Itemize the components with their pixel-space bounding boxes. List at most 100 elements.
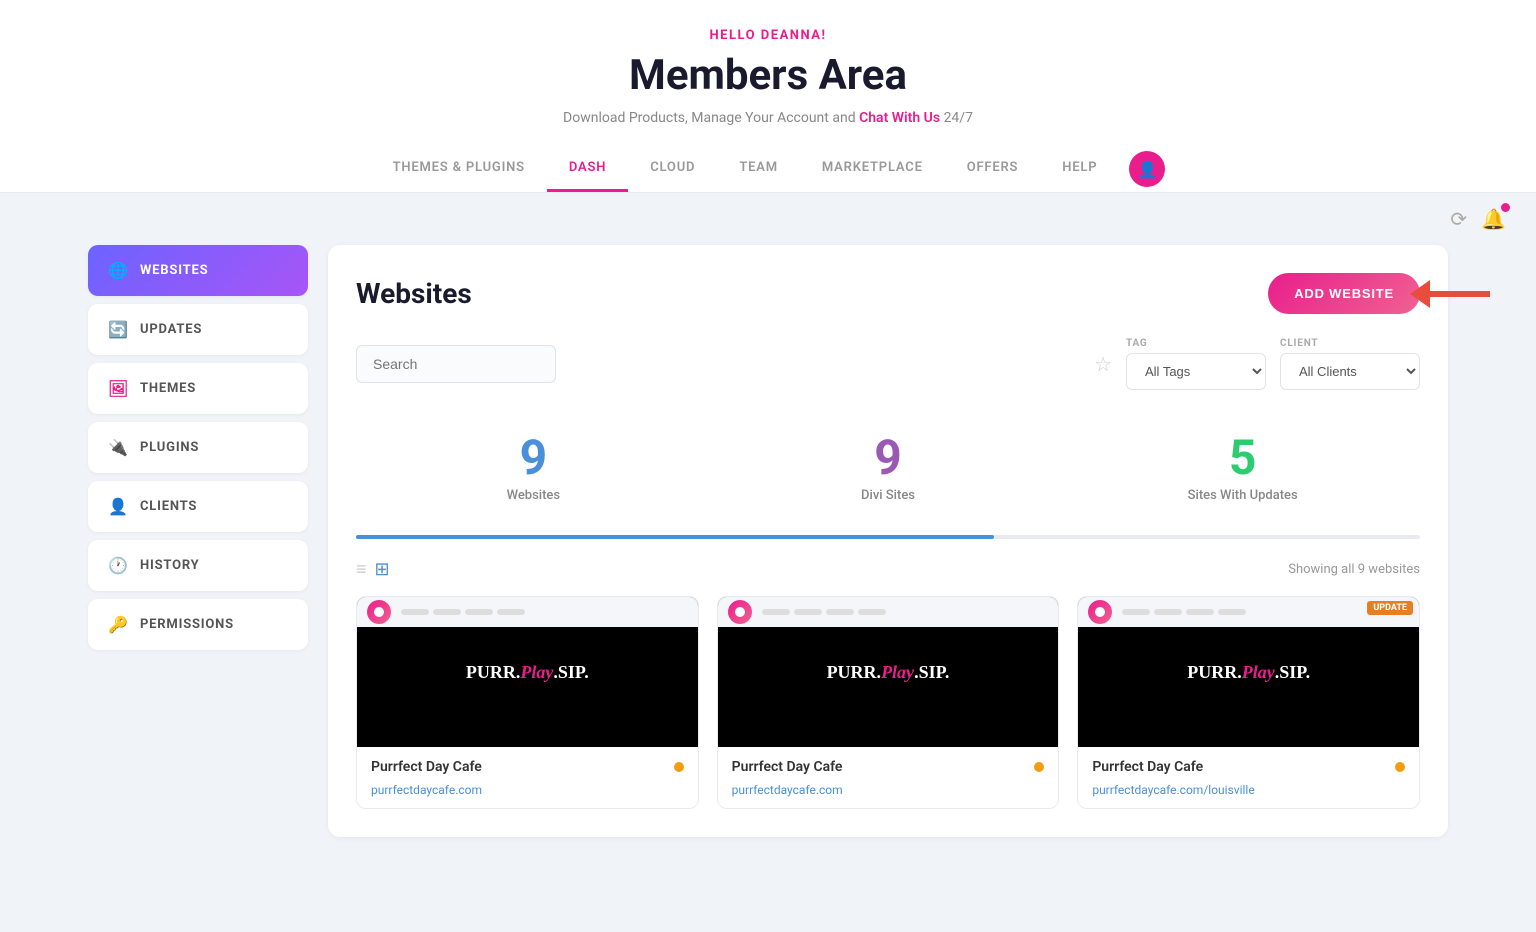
card-info: Purrfect Day Cafe purrfectdaycafe.com/lo… [1078,747,1419,808]
card-brand-text: PURR.Play.SIP. [466,662,589,683]
arrow-shaft [1430,291,1490,297]
content-area: Websites ADD WEBSITE ☆ TAG All Tags CLIE… [328,245,1448,837]
page-title: Members Area [20,51,1516,100]
card-name: Purrfect Day Cafe [371,759,482,775]
thumb-logo [1088,600,1112,624]
tab-team[interactable]: TEAM [717,146,800,192]
search-input[interactable] [356,345,556,383]
card-name-row: Purrfect Day Cafe [1092,759,1405,775]
sidebar-label-permissions: PERMISSIONS [140,617,234,632]
sidebar-label-themes: THEMES [140,381,196,396]
tab-cloud[interactable]: CLOUD [628,146,717,192]
website-card[interactable]: UPDATE PURR.Play.SIP. Purrfect Day Cafe … [1077,596,1420,809]
updates-icon: 🔄 [108,320,128,339]
card-thumbnail: UPDATE PURR.Play.SIP. [1078,597,1419,747]
add-website-wrapper: ADD WEBSITE [1268,273,1420,314]
star-filter-button[interactable]: ☆ [1094,352,1112,376]
arrow-head [1410,280,1430,308]
sidebar-item-permissions[interactable]: 🔑 PERMISSIONS [88,599,308,650]
tag-filter-label: TAG [1126,338,1266,349]
grid-view-icon[interactable]: ⊞ [375,559,390,580]
card-info: Purrfect Day Cafe purrfectdaycafe.com [718,747,1059,808]
thumb-top-bar [357,597,698,627]
sidebar-label-websites: WEBSITES [140,263,208,278]
showing-text: Showing all 9 websites [1288,562,1420,577]
filter-row: ☆ TAG All Tags CLIENT All Clients [356,338,1420,390]
tag-filter-select[interactable]: All Tags [1126,353,1266,390]
stat-divi-sites: 9 Divi Sites [711,418,1066,519]
status-dot [1395,762,1405,772]
thumb-top-bar [718,597,1059,627]
sidebar-item-history[interactable]: 🕐 HISTORY [88,540,308,591]
tab-dash[interactable]: DASH [547,146,628,192]
website-card[interactable]: PURR.Play.SIP. Purrfect Day Cafe purrfec… [356,596,699,809]
tab-help[interactable]: HELP [1040,146,1119,192]
chat-link[interactable]: Chat With Us [859,110,940,126]
card-thumbnail: PURR.Play.SIP. [718,597,1059,747]
thumb-logo [728,600,752,624]
notification-badge [1501,203,1510,212]
client-filter-label: CLIENT [1280,338,1420,349]
history-icon: 🕐 [108,556,128,575]
stat-updates: 5 Sites With Updates [1065,418,1420,519]
sidebar-label-plugins: PLUGINS [140,440,199,455]
stat-label-websites: Websites [366,488,701,503]
card-info: Purrfect Day Cafe purrfectdaycafe.com [357,747,698,808]
card-name-row: Purrfect Day Cafe [371,759,684,775]
thumb-nav-dots [1122,609,1246,615]
add-website-button[interactable]: ADD WEBSITE [1268,273,1420,314]
nav-tabs: THEMES & PLUGINS DASH CLOUD TEAM MARKETP… [20,146,1516,192]
sidebar-item-websites[interactable]: 🌐 WEBSITES [88,245,308,296]
card-name-row: Purrfect Day Cafe [732,759,1045,775]
themes-icon: 🖼 [108,379,128,398]
card-thumbnail: PURR.Play.SIP. [357,597,698,747]
content-header: Websites ADD WEBSITE [356,273,1420,314]
website-card[interactable]: PURR.Play.SIP. Purrfect Day Cafe purrfec… [717,596,1060,809]
progress-bar-container [356,535,1420,539]
tag-filter-group: TAG All Tags [1126,338,1266,390]
list-view-icon[interactable]: ≡ [356,559,367,580]
view-icons: ≡ ⊞ [356,559,390,580]
card-url[interactable]: purrfectdaycafe.com [371,783,482,797]
thumb-nav-dots [401,609,525,615]
account-icon[interactable]: 👤 [1129,151,1165,187]
client-filter-select[interactable]: All Clients [1280,353,1420,390]
card-url[interactable]: purrfectdaycafe.com/louisville [1092,783,1254,797]
permissions-icon: 🔑 [108,615,128,634]
sidebar-label-clients: CLIENTS [140,499,197,514]
stat-number-divi: 9 [721,434,1056,482]
stat-number-updates: 5 [1075,434,1410,482]
client-filter-group: CLIENT All Clients [1280,338,1420,390]
card-brand-text: PURR.Play.SIP. [827,662,950,683]
status-dot [1034,762,1044,772]
status-dot [674,762,684,772]
stat-number-websites: 9 [366,434,701,482]
refresh-icon[interactable]: ⟳ [1450,207,1467,231]
sidebar-label-updates: UPDATES [140,322,202,337]
stat-label-updates: Sites With Updates [1075,488,1410,503]
notification-icon[interactable]: 🔔 [1481,207,1506,231]
thumb-logo [367,600,391,624]
tab-offers[interactable]: OFFERS [945,146,1041,192]
thumb-nav-dots [762,609,886,615]
sidebar-item-plugins[interactable]: 🔌 PLUGINS [88,422,308,473]
main-layout: 🌐 WEBSITES 🔄 UPDATES 🖼 THEMES 🔌 PLUGINS … [68,245,1468,857]
stat-websites: 9 Websites [356,418,711,519]
card-brand-text: PURR.Play.SIP. [1187,662,1310,683]
subtitle: Download Products, Manage Your Account a… [20,110,1516,126]
update-badge: UPDATE [1367,601,1413,615]
sidebar-item-updates[interactable]: 🔄 UPDATES [88,304,308,355]
toolbar-row: ⟳ 🔔 [0,193,1536,245]
sidebar-item-clients[interactable]: 👤 CLIENTS [88,481,308,532]
tab-themes-plugins[interactable]: THEMES & PLUGINS [371,146,547,192]
tab-marketplace[interactable]: MARKETPLACE [800,146,945,192]
stat-label-divi: Divi Sites [721,488,1056,503]
card-name: Purrfect Day Cafe [732,759,843,775]
sidebar-item-themes[interactable]: 🖼 THEMES [88,363,308,414]
arrow-indicator [1410,280,1490,308]
content-title: Websites [356,277,472,310]
card-url[interactable]: purrfectdaycafe.com [732,783,843,797]
stats-row: 9 Websites 9 Divi Sites 5 Sites With Upd… [356,418,1420,519]
websites-icon: 🌐 [108,261,128,280]
websites-grid: PURR.Play.SIP. Purrfect Day Cafe purrfec… [356,596,1420,809]
